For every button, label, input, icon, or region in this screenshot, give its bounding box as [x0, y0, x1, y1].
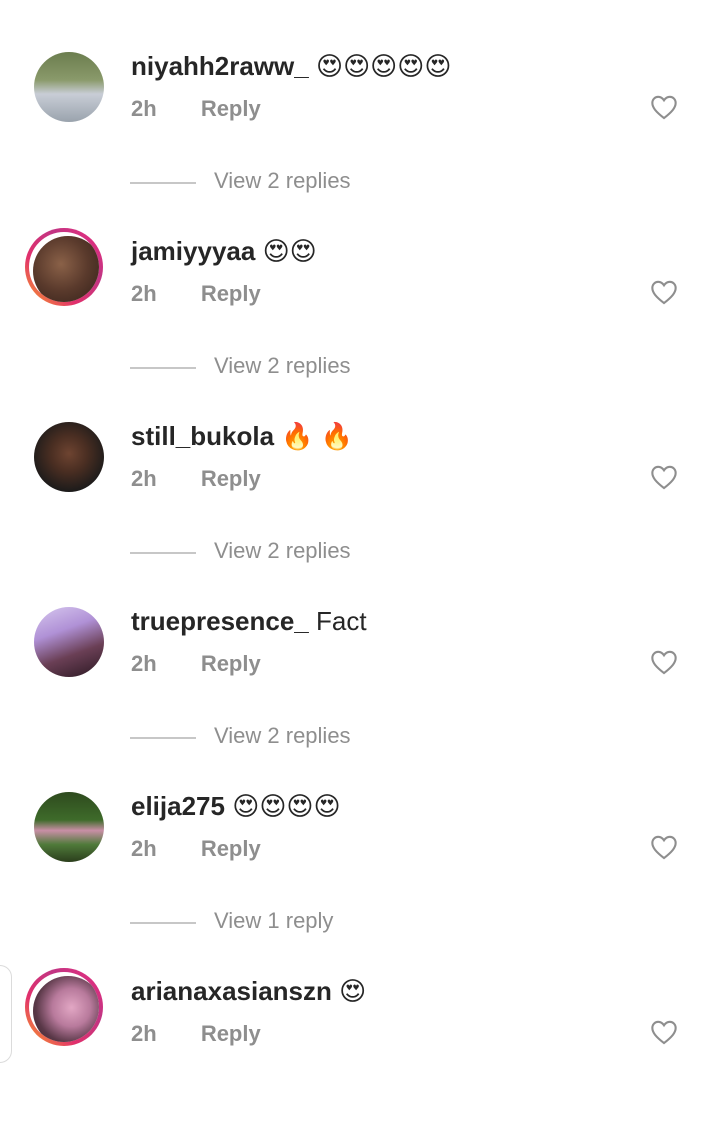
comment-timestamp: 2h — [131, 96, 157, 121]
comment-text: 😍 — [339, 976, 367, 1006]
heart-outline-icon[interactable] — [650, 279, 678, 305]
comment-item: arianaxasianszn 😍 2h Reply — [0, 963, 720, 1148]
reply-button[interactable]: Reply — [201, 836, 261, 861]
comment-timestamp: 2h — [131, 651, 157, 676]
comment-text: 😍😍😍😍 — [232, 791, 341, 821]
avatar[interactable] — [32, 420, 106, 494]
comment-username[interactable]: elija275 — [131, 791, 225, 821]
heart-outline-icon[interactable] — [650, 1019, 678, 1045]
comment-text: 🔥 🔥 — [281, 421, 354, 451]
divider — [130, 737, 196, 739]
avatar[interactable] — [32, 790, 106, 864]
divider — [130, 922, 196, 924]
divider — [130, 552, 196, 554]
view-replies-label: View 2 replies — [214, 538, 351, 563]
heart-outline-icon[interactable] — [650, 834, 678, 860]
reply-button[interactable]: Reply — [201, 466, 261, 491]
comment-item: still_bukola 🔥 🔥 2h Reply View 2 replies — [0, 408, 720, 593]
comment-timestamp: 2h — [131, 1021, 157, 1046]
comment-username[interactable]: jamiyyyaa — [131, 236, 255, 266]
avatar[interactable] — [29, 972, 106, 1049]
divider — [130, 182, 196, 184]
view-replies-label: View 2 replies — [214, 168, 351, 193]
reply-button[interactable]: Reply — [201, 281, 261, 306]
comment-timestamp: 2h — [131, 466, 157, 491]
comment-text: 😍😍😍😍😍 — [315, 51, 452, 81]
heart-outline-icon[interactable] — [650, 94, 678, 120]
comment-username[interactable]: truepresence_ — [131, 606, 309, 636]
comment-text: Fact — [316, 606, 367, 636]
reply-button[interactable]: Reply — [201, 651, 261, 676]
comment-item: jamiyyyaa 😍😍 2h Reply View 2 replies — [0, 223, 720, 408]
heart-outline-icon[interactable] — [650, 649, 678, 675]
avatar[interactable] — [29, 232, 106, 309]
edge-card — [0, 965, 12, 1063]
comment-username[interactable]: arianaxasianszn — [131, 976, 332, 1006]
divider — [130, 367, 196, 369]
comment-username[interactable]: still_bukola — [131, 421, 274, 451]
comment-item: elija275 😍😍😍😍 2h Reply View 1 reply — [0, 778, 720, 963]
view-replies-label: View 2 replies — [214, 353, 351, 378]
comment-username[interactable]: niyahh2raww_ — [131, 51, 309, 81]
comment-text: 😍😍 — [262, 236, 317, 266]
heart-outline-icon[interactable] — [650, 464, 678, 490]
avatar[interactable] — [32, 605, 106, 679]
avatar[interactable] — [32, 50, 106, 124]
comment-item: truepresence_ Fact 2h Reply View 2 repli… — [0, 593, 720, 778]
reply-button[interactable]: Reply — [201, 1021, 261, 1046]
view-replies-label: View 1 reply — [214, 908, 334, 933]
reply-button[interactable]: Reply — [201, 96, 261, 121]
comment-item: niyahh2raww_ 😍😍😍😍😍 2h Reply View 2 repli… — [0, 38, 720, 223]
comment-timestamp: 2h — [131, 281, 157, 306]
view-replies-label: View 2 replies — [214, 723, 351, 748]
comment-timestamp: 2h — [131, 836, 157, 861]
